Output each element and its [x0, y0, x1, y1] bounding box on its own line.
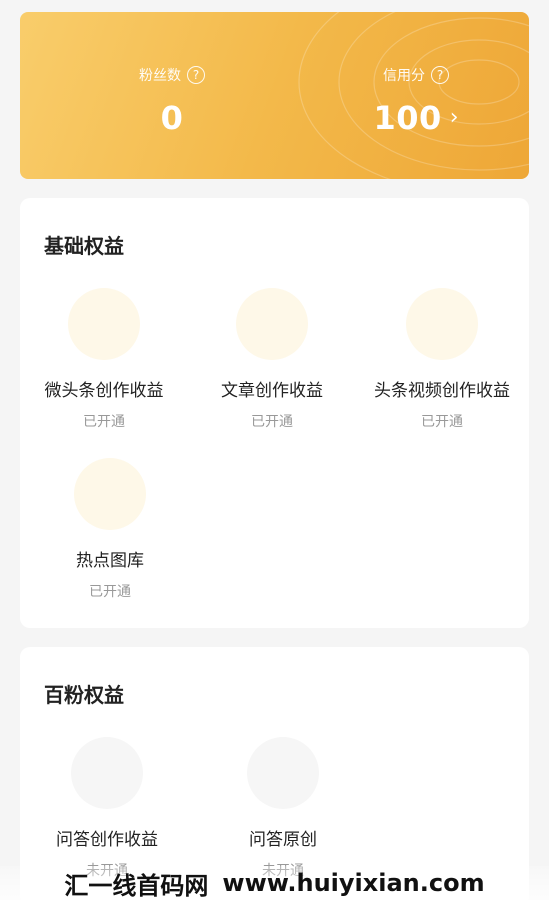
question-circle-icon[interactable]: ?	[431, 66, 449, 84]
fans-count: 0	[160, 99, 184, 137]
benefit-label: 微头条创作收益	[44, 381, 164, 401]
benefit-status: 已开通	[89, 584, 131, 600]
benefit-qa-original[interactable]: 问答原创 未开通	[198, 737, 368, 880]
benefit-icon	[247, 737, 319, 809]
benefit-label: 热点图库	[76, 551, 144, 571]
page: 粉丝数 ? 0 信用分 ? 100 › 基础权益 微头条创作收益 已开通 文章创…	[0, 0, 549, 900]
question-circle-icon[interactable]: ?	[187, 66, 205, 84]
benefit-label: 头条视频创作收益	[374, 381, 510, 401]
credit-stat[interactable]: 信用分 ? 100 ›	[316, 64, 516, 138]
benefit-icon	[406, 288, 478, 360]
benefit-micro-headline[interactable]: 微头条创作收益 已开通	[19, 288, 189, 431]
watermark-url: www.huiyixian.com	[222, 869, 485, 897]
benefit-icon	[74, 458, 146, 530]
fans-label: 粉丝数	[139, 68, 181, 84]
section-title: 百粉权益	[44, 683, 124, 707]
credit-score: 100	[373, 99, 442, 137]
benefit-icon	[236, 288, 308, 360]
benefit-label: 问答创作收益	[56, 830, 158, 850]
benefit-video[interactable]: 头条视频创作收益 已开通	[357, 288, 527, 431]
watermark: 汇一线首码网 www.huiyixian.com	[0, 866, 549, 900]
hundred-fans-benefits-section: 百粉权益 问答创作收益 未开通 问答原创 未开通	[20, 647, 529, 900]
benefit-status: 已开通	[83, 414, 125, 430]
stats-card: 粉丝数 ? 0 信用分 ? 100 ›	[20, 12, 529, 179]
watermark-site-name: 汇一线首码网	[64, 871, 209, 900]
benefit-hot-gallery[interactable]: 热点图库 已开通	[25, 458, 195, 601]
benefit-qa-income[interactable]: 问答创作收益 未开通	[22, 737, 192, 880]
chevron-right-icon[interactable]: ›	[450, 107, 459, 129]
benefit-article[interactable]: 文章创作收益 已开通	[187, 288, 357, 431]
benefit-icon	[71, 737, 143, 809]
benefit-status: 已开通	[421, 414, 463, 430]
benefit-icon	[68, 288, 140, 360]
benefit-status: 已开通	[251, 414, 293, 430]
section-title: 基础权益	[44, 234, 124, 258]
fans-stat[interactable]: 粉丝数 ? 0	[72, 64, 272, 138]
benefit-label: 文章创作收益	[221, 381, 323, 401]
basic-benefits-section: 基础权益 微头条创作收益 已开通 文章创作收益 已开通 头条视频创作收益 已开通…	[20, 198, 529, 628]
benefit-label: 问答原创	[249, 830, 317, 850]
credit-label: 信用分	[383, 68, 425, 84]
